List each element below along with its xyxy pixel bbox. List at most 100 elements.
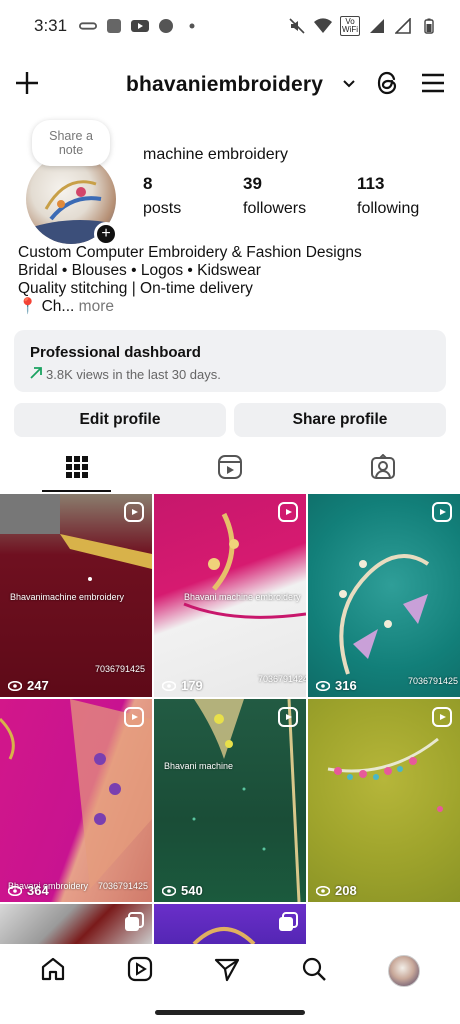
edit-profile-button[interactable]: Edit profile	[14, 403, 226, 437]
content-tabs	[0, 446, 460, 492]
dashboard-subtitle-row: 3.8K views in the last 30 days.	[30, 366, 430, 382]
eye-icon	[162, 885, 176, 896]
reel-badge-icon	[278, 707, 298, 727]
profile-stats: 8 posts 39 followers 113 following	[143, 174, 457, 218]
tab-tagged[interactable]	[307, 446, 460, 492]
post-view-count: 364	[27, 883, 49, 898]
profile-header: bhavaniembroidery	[0, 62, 460, 108]
bio-more-link[interactable]: more	[79, 298, 114, 315]
share-profile-button[interactable]: Share profile	[234, 403, 446, 437]
app-circle-icon	[157, 17, 175, 35]
plus-icon[interactable]	[14, 70, 40, 101]
stat-label: followers	[243, 200, 307, 217]
post-watermark: Bhavani machine embroidery	[184, 592, 301, 602]
profile-bio: Custom Computer Embroidery & Fashion Des…	[18, 244, 362, 316]
grid-post[interactable]: 7036791425 316	[308, 494, 460, 697]
stat-label: following	[357, 200, 420, 217]
post-watermark: 7036791425	[95, 664, 146, 674]
wifi-icon	[314, 17, 332, 35]
eye-icon	[316, 680, 330, 691]
grid-post[interactable]: Bhavani embroidery 7036791425 364	[0, 699, 152, 902]
battery-icon	[420, 17, 438, 35]
post-view-count: 540	[181, 883, 203, 898]
eye-icon	[316, 885, 330, 896]
post-views: 316	[316, 678, 357, 693]
reels-icon	[217, 454, 243, 485]
youtube-icon	[131, 17, 150, 35]
chevron-down-icon[interactable]	[342, 76, 356, 94]
add-story-plus-icon[interactable]: +	[94, 222, 118, 246]
avatar-wrap[interactable]: +	[26, 154, 118, 246]
bottom-navigation	[0, 944, 460, 998]
post-view-count: 179	[181, 678, 203, 693]
post-views: 208	[316, 883, 357, 898]
grid-post[interactable]: Bhavani machine 540	[154, 699, 306, 902]
stat-number: 113	[357, 174, 385, 193]
post-views: 364	[8, 883, 49, 898]
posts-grid: Bhavanimachine embroidery 7036791425 247…	[0, 494, 460, 944]
reels-icon[interactable]	[127, 956, 153, 987]
signal-icon	[368, 17, 386, 35]
grid-post[interactable]: Bhavani machine embroidery 7036791424 17…	[154, 494, 306, 697]
eye-icon	[8, 885, 22, 896]
profile-section: Share a note + machine embroidery 8 post…	[0, 120, 460, 330]
profile-name: machine embroidery	[143, 146, 288, 163]
share-note-bubble[interactable]: Share a note	[32, 120, 110, 166]
send-icon[interactable]	[214, 956, 240, 987]
post-watermark: 7036791425	[408, 676, 459, 686]
reel-badge-icon	[432, 502, 452, 522]
menu-icon[interactable]	[420, 72, 446, 99]
note-line-2: note	[58, 143, 84, 157]
grid-post[interactable]	[0, 904, 152, 944]
post-view-count: 316	[335, 678, 357, 693]
home-indicator[interactable]	[155, 1010, 305, 1015]
grid-post[interactable]: Bhavanimachine embroidery 7036791425 247	[0, 494, 152, 697]
post-view-count: 247	[27, 678, 49, 693]
professional-dashboard[interactable]: Professional dashboard 3.8K views in the…	[14, 330, 446, 392]
post-thumbnail	[0, 699, 152, 889]
grid-post[interactable]	[154, 904, 306, 944]
grid-empty	[308, 904, 460, 944]
post-thumbnail	[192, 699, 301, 902]
dot-icon	[183, 17, 201, 35]
post-view-count: 208	[335, 883, 357, 898]
post-thumbnail	[327, 737, 443, 812]
threads-icon[interactable]	[376, 70, 400, 101]
post-views: 179	[162, 678, 203, 693]
bio-line: Quality stitching | On-time delivery	[18, 280, 253, 297]
bio-location-line: 📍 Ch... more	[18, 298, 362, 316]
tab-reels[interactable]	[153, 446, 306, 492]
carousel-badge-icon	[278, 912, 298, 932]
signal-2-icon	[394, 17, 412, 35]
bio-line: Bridal • Blouses • Logos • Kidswear	[18, 262, 261, 279]
header-username[interactable]: bhavaniembroidery	[126, 73, 323, 97]
profile-avatar[interactable]	[387, 955, 420, 987]
bio-line: Custom Computer Embroidery & Fashion Des…	[18, 244, 362, 261]
post-views: 247	[8, 678, 49, 693]
reel-badge-icon	[278, 502, 298, 522]
reel-badge-icon	[432, 707, 452, 727]
bio-location: 📍 Ch...	[18, 298, 75, 315]
status-time: 3:31	[34, 16, 68, 35]
stat-posts[interactable]: 8 posts	[143, 174, 243, 218]
grid-post[interactable]: 208	[308, 699, 460, 902]
tagged-icon	[370, 453, 396, 485]
search-icon[interactable]	[301, 956, 327, 987]
stat-number: 39	[243, 174, 262, 193]
grid-icon	[65, 455, 88, 483]
reel-badge-icon	[124, 502, 144, 522]
stat-following[interactable]: 113 following	[357, 174, 457, 218]
dashboard-title: Professional dashboard	[30, 344, 201, 361]
app-icon	[105, 17, 123, 35]
profile-actions: Edit profile Share profile	[14, 403, 446, 437]
vowifi-badge: Vo WiFi	[340, 16, 360, 36]
status-bar: 3:31 Vo WiFi	[0, 0, 460, 52]
stat-label: posts	[143, 200, 182, 217]
post-watermark: 7036791424	[258, 674, 306, 684]
carousel-badge-icon	[124, 912, 144, 932]
post-watermark: Bhavanimachine embroidery	[10, 592, 125, 602]
post-watermark: 7036791425	[98, 881, 149, 891]
home-icon[interactable]	[40, 956, 66, 987]
tab-grid[interactable]	[0, 446, 153, 492]
stat-followers[interactable]: 39 followers	[243, 174, 357, 218]
